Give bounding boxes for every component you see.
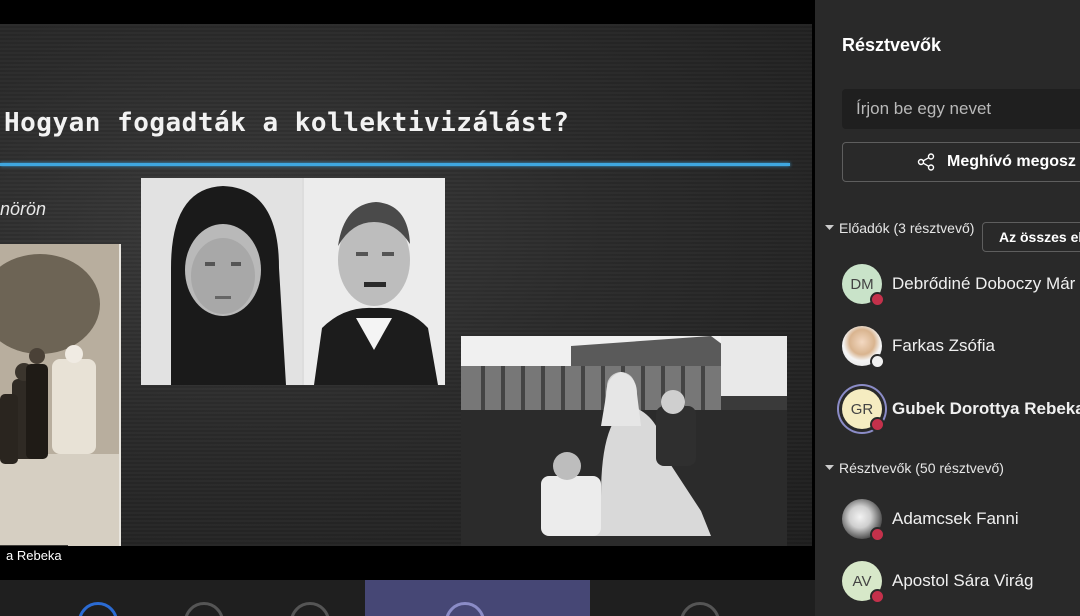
participant-row[interactable]: GR Gubek Dorottya Rebeka <box>842 387 1080 432</box>
microphone-button[interactable] <box>184 602 224 616</box>
microphone-off-icon <box>870 589 885 604</box>
participants-icon <box>445 602 485 616</box>
avatar-photo <box>842 326 885 369</box>
avatar: AV <box>842 561 885 604</box>
mute-all-button[interactable]: Az összes el <box>982 222 1080 252</box>
presenters-heading: Előadók (3 résztvevő) <box>839 220 975 236</box>
teams-meeting-window: Hogyan fogadták a kollektivizálást? nörö… <box>0 0 1080 616</box>
avatar-initials: AV <box>852 572 872 590</box>
participant-name: Gubek Dorottya Rebeka <box>892 399 1080 418</box>
panel-title: Résztvevők <box>842 35 942 55</box>
shared-screen: Hogyan fogadták a kollektivizálást? nörö… <box>0 0 815 580</box>
photo-village-group <box>0 244 121 546</box>
participant-row[interactable]: DM Debrődiné Doboczy Már <box>842 262 1080 307</box>
slide-title: Hogyan fogadták a kollektivizálást? <box>4 108 570 138</box>
attendees-heading: Résztvevők (50 résztvevő) <box>839 460 1004 476</box>
microphone-off-icon <box>870 354 885 369</box>
invite-share-button[interactable]: Meghívó megosz <box>842 142 1080 182</box>
microphone-off-icon <box>870 292 885 307</box>
slide-title-underline <box>0 163 790 166</box>
search-input[interactable] <box>842 89 1080 129</box>
speaker-name-tag: a Rebeka <box>0 545 68 567</box>
active-call-control[interactable] <box>365 580 590 616</box>
photo-family-garden <box>461 336 787 546</box>
microphone-off-icon <box>870 527 885 542</box>
presenters-section-toggle[interactable]: Előadók (3 résztvevő) <box>825 219 975 237</box>
portrait-man <box>304 178 445 385</box>
avatar-initials: DM <box>850 275 874 293</box>
participants-panel: Résztvevők Meghívó megosz Előadók (3 rés… <box>815 0 1080 616</box>
participant-row[interactable]: AV Apostol Sára Virág <box>842 559 1080 604</box>
avatar: DM <box>842 264 885 307</box>
microphone-off-icon <box>870 417 885 432</box>
participant-name: Farkas Zsófia <box>892 336 995 355</box>
avatar: GR <box>842 389 885 432</box>
slide-subtitle: nörön <box>0 199 47 219</box>
more-actions-button[interactable] <box>680 602 720 616</box>
share-icon <box>917 153 935 171</box>
participant-row[interactable]: Adamcsek Fanni <box>842 497 1080 542</box>
participant-name: Adamcsek Fanni <box>892 509 1019 528</box>
portrait-woman <box>141 178 302 385</box>
attendees-section-toggle[interactable]: Résztvevők (50 résztvevő) <box>825 459 1004 477</box>
invite-label: Meghívó megosz <box>947 153 1076 170</box>
call-controls-bar <box>0 580 815 616</box>
photo-couple-portraits <box>141 178 445 385</box>
chevron-down-icon <box>825 223 839 232</box>
share-screen-button[interactable] <box>290 602 330 616</box>
participant-row[interactable]: Farkas Zsófia <box>842 324 1080 369</box>
participant-name: Debrődiné Doboczy Már <box>892 274 1076 293</box>
participant-name: Apostol Sára Virág <box>892 571 1034 590</box>
camera-button[interactable] <box>78 602 118 616</box>
avatar-initials: GR <box>850 400 874 418</box>
chevron-down-icon <box>825 463 839 472</box>
avatar-photo <box>842 499 885 542</box>
presentation-slide: Hogyan fogadták a kollektivizálást? nörö… <box>0 24 812 546</box>
